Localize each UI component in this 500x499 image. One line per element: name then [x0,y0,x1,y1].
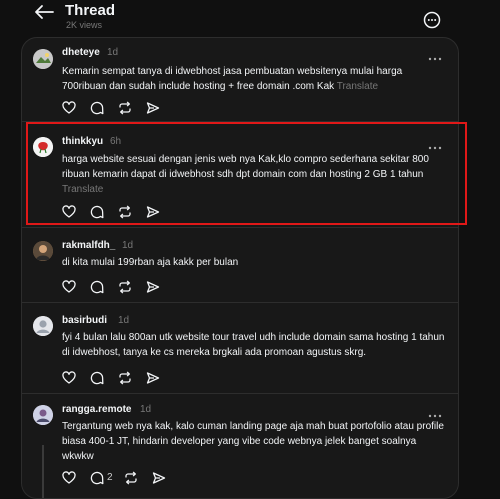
heart-icon[interactable] [62,280,76,294]
reply-post: rangga.remote 1d Tergantung web nya kak,… [22,394,458,498]
comment-icon[interactable] [90,280,104,294]
translate-link[interactable]: Translate [337,81,378,92]
send-icon[interactable] [146,205,160,219]
post-text: fyi 4 bulan lalu 800an utk website tour … [62,330,447,360]
heart-icon[interactable] [62,101,76,115]
repost-icon[interactable] [118,205,132,219]
post-text: di kita mulai 199rban aja kakk per bulan [62,255,447,270]
avatar[interactable] [33,405,53,425]
thread-header: Thread 2K views [0,0,500,38]
repost-icon[interactable] [118,371,132,385]
post-username[interactable]: thinkkyu [62,136,103,147]
post-body: harga website sesuai dengan jenis web ny… [62,154,429,180]
post-username[interactable]: dheteye [62,47,100,58]
thread-panel: dheteye 1d Kemarin sempat tanya di idweb… [21,37,459,499]
post-text: harga website sesuai dengan jenis web ny… [62,152,447,197]
repost-icon[interactable] [118,280,132,294]
heart-icon[interactable] [62,205,76,219]
post-menu-icon[interactable] [427,407,443,418]
translate-link[interactable]: Translate [62,184,103,195]
post-text: Kemarin sempat tanya di idwebhost jasa p… [62,64,447,94]
send-icon[interactable] [146,371,160,385]
view-count: 2K views [66,20,103,30]
post-body: fyi 4 bulan lalu 800an utk website tour … [62,332,445,358]
post-timestamp: 1d [140,404,152,415]
post-timestamp: 1d [118,315,130,326]
comment-icon[interactable] [90,371,104,385]
reply-post-highlighted: thinkkyu 6h harga website sesuai dengan … [22,122,458,228]
comment-icon[interactable] [90,101,104,115]
reply-post: dheteye 1d Kemarin sempat tanya di idweb… [22,38,458,122]
post-timestamp: 6h [110,136,122,147]
avatar[interactable] [33,241,53,261]
post-menu-icon[interactable] [427,139,443,150]
more-options-icon[interactable] [423,11,441,29]
send-icon[interactable] [146,101,160,115]
avatar[interactable] [33,137,53,157]
avatar[interactable] [33,49,53,69]
post-username[interactable]: rakmalfdh_ [62,240,115,251]
post-username[interactable]: rangga.remote [62,404,131,415]
send-icon[interactable] [146,280,160,294]
post-timestamp: 1d [122,240,134,251]
reply-post: rakmalfdh_ 1d di kita mulai 199rban aja … [22,228,458,303]
thread-connector-line [42,445,44,498]
post-text: Tergantung web nya kak, kalo cuman landi… [62,419,447,464]
heart-icon[interactable] [62,371,76,385]
reply-post: basirbudi 1d fyi 4 bulan lalu 800an utk … [22,303,458,394]
avatar[interactable] [33,316,53,336]
repost-icon[interactable] [118,101,132,115]
post-body: Tergantung web nya kak, kalo cuman landi… [62,421,444,462]
reply-count: 2 [107,472,113,483]
post-menu-icon[interactable] [427,50,443,61]
post-timestamp: 1d [107,47,119,58]
back-arrow-icon[interactable] [34,4,56,20]
page-title: Thread [65,2,116,19]
comment-icon[interactable] [90,205,104,219]
post-body: di kita mulai 199rban aja kakk per bulan [62,257,239,268]
post-username[interactable]: basirbudi [62,315,107,326]
